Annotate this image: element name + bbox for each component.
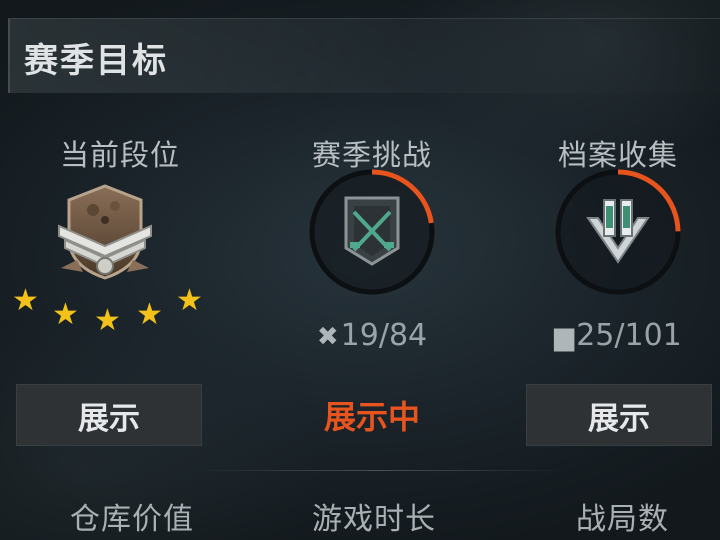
challenge-showing-status[interactable]: 展示中 <box>252 392 492 438</box>
matches-label[interactable]: 战局数 <box>576 494 669 538</box>
rank-badge-icon <box>58 184 152 280</box>
challenge-counter-text: 19/84 <box>340 318 428 353</box>
rank-stars: ★ ★ ★ ★ ★ <box>0 280 240 340</box>
archive-progress-ring <box>555 169 681 295</box>
challenge-progress-ring <box>309 169 435 295</box>
crossed-swords-icon: ✖ <box>316 322 339 352</box>
star-icon: ★ <box>176 283 203 318</box>
star-icon: ★ <box>136 297 163 332</box>
star-icon: ★ <box>52 297 79 332</box>
star-icon: ★ <box>12 283 39 318</box>
play-time-label[interactable]: 游戏时长 <box>312 494 436 538</box>
crossed-rifles-icon <box>344 196 400 266</box>
archive-counter-text: 25/101 <box>576 318 682 353</box>
warehouse-value-label[interactable]: 仓库价值 <box>70 494 194 538</box>
section-header: 赛季目标 <box>8 18 720 93</box>
document-icon: ▆ <box>554 322 575 352</box>
archive-show-button[interactable]: 展示 <box>526 384 712 446</box>
rank-show-button[interactable]: 展示 <box>16 384 202 446</box>
challenge-counter: ✖19/84 <box>252 318 492 353</box>
divider <box>190 470 570 471</box>
star-icon: ★ <box>94 303 121 338</box>
rank-label: 当前段位 <box>59 138 180 172</box>
archive-counter: ▆25/101 <box>498 318 720 353</box>
section-title: 赛季目标 <box>24 41 168 81</box>
